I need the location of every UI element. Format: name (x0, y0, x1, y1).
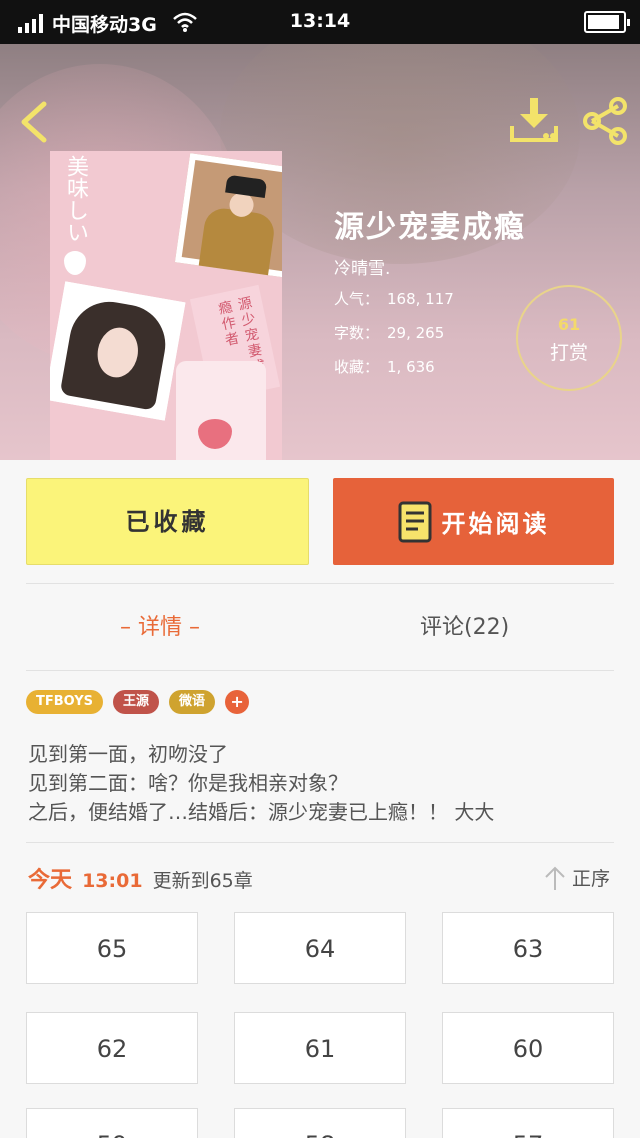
battery-icon (584, 11, 630, 33)
start-reading-button[interactable]: 开始阅读 (333, 478, 614, 565)
update-text: 更新到65章 (152, 870, 253, 892)
tab-detail[interactable]: – 详情 – (120, 606, 200, 650)
divider (26, 842, 614, 843)
update-time: 13:01 (82, 870, 143, 892)
tip-label: 打赏 (549, 342, 588, 364)
share-icon[interactable] (580, 96, 630, 146)
book-description[interactable]: 见到第一面，初吻没了 见到第二面：啥？你是我相亲对象？ 之后，便结婚了…结婚后：… (28, 740, 618, 827)
description-line: 见到第一面，初吻没了 (28, 742, 228, 766)
tag-tfboys[interactable]: TFBOYS (26, 690, 104, 714)
update-info: 今天 13:01 更新到65章 (28, 862, 253, 894)
tag-weiyu[interactable]: 微语 (169, 690, 216, 714)
sort-label: 正序 (572, 868, 611, 890)
download-icon[interactable] (508, 96, 560, 144)
tag-wangyuan[interactable]: 王源 (113, 690, 160, 714)
clock: 13:14 (289, 10, 351, 32)
cover-photo-girl (50, 281, 186, 421)
book-author[interactable]: 冷晴雪. (334, 254, 390, 279)
description-line: 见到第二面：啥？你是我相亲对象？ (28, 771, 348, 795)
divider (26, 583, 614, 584)
description-line: 之后，便结婚了…结婚后：源少宠妻已上瘾！！ 大大 (28, 800, 495, 824)
cover-deco-text: 美味しい (63, 155, 88, 243)
chapter-button[interactable]: 58 (234, 1108, 406, 1138)
book-icon (398, 501, 431, 542)
tag-list: TFBOYS 王源 微语 + (26, 690, 250, 714)
book-header: 美味しい 源少宠妻成瘾作者 源少宠妻成瘾 冷晴雪. 人气： 168, 117 字数… (0, 44, 640, 460)
chapter-button[interactable]: 64 (234, 912, 406, 984)
chapter-button[interactable]: 60 (442, 1012, 614, 1084)
tab-comments[interactable]: 评论(22) (420, 606, 509, 650)
chapter-button[interactable]: 63 (442, 912, 614, 984)
add-tag-button[interactable]: + (225, 690, 250, 714)
arrow-up-icon (545, 866, 565, 890)
stat-favorites: 收藏： 1, 636 (334, 358, 435, 376)
chapter-button[interactable]: 65 (26, 912, 198, 984)
chapter-button[interactable]: 62 (26, 1012, 198, 1084)
tip-button[interactable]: 61 打赏 (516, 285, 622, 391)
chapter-button[interactable]: 57 (442, 1108, 614, 1138)
start-reading-label: 开始阅读 (441, 510, 550, 538)
cover-photo-boy (174, 153, 282, 279)
favorited-button[interactable]: 已收藏 (26, 478, 309, 565)
chevron-left-icon[interactable] (14, 100, 54, 144)
update-day: 今天 (28, 868, 73, 893)
status-bar: 中国移动3G 13:14 (0, 0, 640, 44)
book-cover[interactable]: 美味しい 源少宠妻成瘾作者 (50, 151, 282, 460)
stat-popularity: 人气： 168, 117 (334, 290, 454, 308)
sort-toggle[interactable]: 正序 (544, 864, 610, 891)
book-title: 源少宠妻成瘾 (334, 210, 526, 245)
chapter-button[interactable]: 61 (234, 1012, 406, 1084)
divider (26, 670, 614, 671)
stat-word-count: 字数： 29, 265 (334, 324, 445, 342)
chapter-button[interactable]: 59 (26, 1108, 198, 1138)
tip-count: 61 (557, 315, 581, 334)
